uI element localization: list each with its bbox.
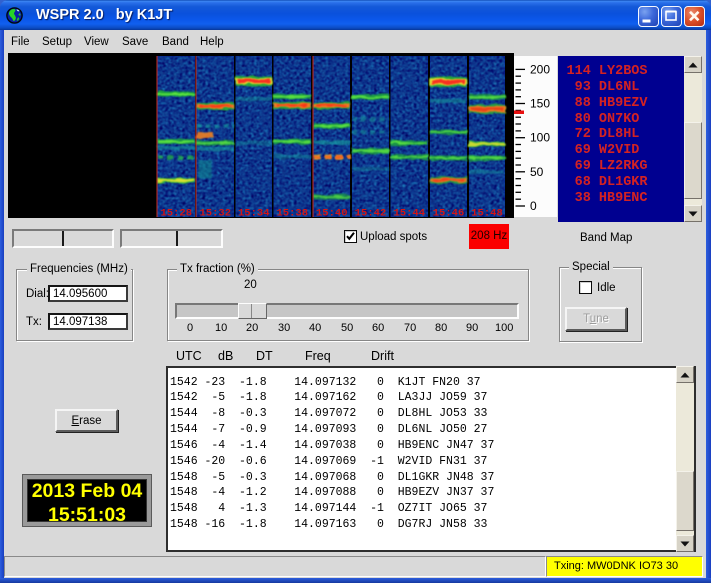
svg-text:15:44: 15:44 — [393, 207, 425, 218]
svg-text:150: 150 — [530, 97, 550, 111]
svg-text:15:34: 15:34 — [238, 207, 270, 218]
svg-text:15:32: 15:32 — [199, 207, 231, 218]
svg-text:0: 0 — [530, 199, 537, 213]
svg-text:15:38: 15:38 — [276, 207, 308, 218]
svg-text:15:48: 15:48 — [471, 207, 503, 218]
svg-text:15:28: 15:28 — [160, 207, 192, 218]
svg-text:200: 200 — [530, 62, 550, 76]
svg-text:15:46: 15:46 — [433, 207, 465, 218]
svg-text:100: 100 — [530, 131, 550, 145]
svg-text:50: 50 — [530, 165, 544, 179]
svg-text:15:40: 15:40 — [316, 207, 348, 218]
svg-text:15:42: 15:42 — [355, 207, 387, 218]
